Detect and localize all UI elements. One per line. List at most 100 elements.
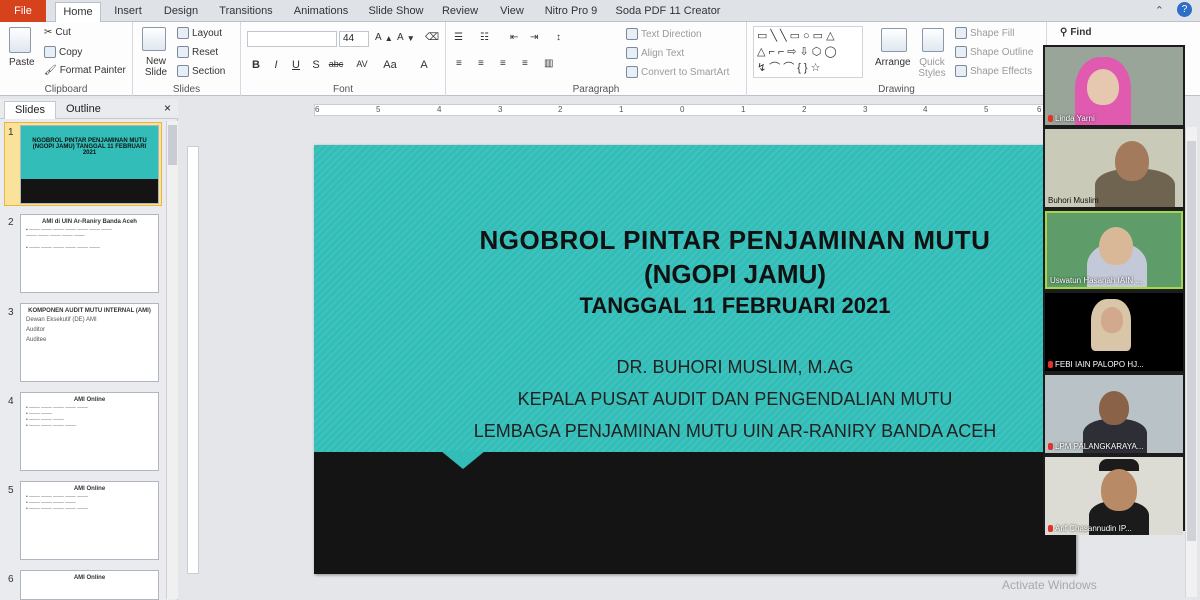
participant-face xyxy=(1115,141,1149,181)
format-painter-button[interactable]: 🖌 Format Painter xyxy=(44,65,126,76)
increase-indent-button[interactable]: ⇥ xyxy=(530,32,538,43)
section-button[interactable]: Section xyxy=(177,65,225,77)
tab-slide-show[interactable]: Slide Show xyxy=(364,2,428,22)
thumb-number: 6 xyxy=(8,574,14,585)
ruler-mark: 6 xyxy=(315,105,320,114)
decrease-indent-button[interactable]: ⇤ xyxy=(510,32,518,43)
shadow-button[interactable]: S xyxy=(307,59,325,71)
editor-scrollbar[interactable] xyxy=(1185,127,1197,597)
participant-tile[interactable]: Buhori Muslim xyxy=(1045,129,1183,207)
align-center-button[interactable]: ≡ xyxy=(478,58,484,69)
numbering-button[interactable]: ☷ xyxy=(480,32,489,43)
align-text-icon xyxy=(626,47,638,59)
thumb-number: 4 xyxy=(8,396,14,407)
align-right-button[interactable]: ≡ xyxy=(500,58,506,69)
binoculars-icon: ⚲ xyxy=(1060,27,1068,38)
participant-tile-active[interactable]: Uswatun Hasanah IAIN ... xyxy=(1045,211,1183,289)
ruler-mark: 3 xyxy=(498,105,503,114)
slide-position[interactable]: KEPALA PUSAT AUDIT DAN PENGENDALIAN MUTU xyxy=(354,389,1076,410)
convert-smartart-button[interactable]: Convert to SmartArt xyxy=(626,66,729,78)
quick-styles-button[interactable]: Quick Styles xyxy=(917,57,947,79)
slide-institution[interactable]: LEMBAGA PENJAMINAN MUTU UIN AR-RANIRY BA… xyxy=(354,421,1076,442)
slide-thumbnail-3[interactable]: KOMPONEN AUDIT MUTU INTERNAL (AMI) Dewan… xyxy=(20,303,159,382)
shape-outline-label: Shape Outline xyxy=(970,46,1034,58)
participant-name-label: Uswatun Hasanah IAIN ... xyxy=(1050,276,1143,285)
text-direction-button[interactable]: Text Direction xyxy=(626,28,702,40)
font-color-button[interactable]: A xyxy=(415,59,433,71)
tab-review[interactable]: Review xyxy=(438,2,482,22)
tab-soda-pdf[interactable]: Soda PDF 11 Creator xyxy=(612,2,724,22)
shrink-font-button[interactable]: A ▼ xyxy=(397,32,415,43)
reset-button[interactable]: Reset xyxy=(177,46,218,58)
layout-button[interactable]: Layout xyxy=(177,27,222,39)
tab-file[interactable]: File xyxy=(0,0,46,22)
align-text-button[interactable]: Align Text xyxy=(626,47,684,59)
tab-insert[interactable]: Insert xyxy=(106,2,150,22)
clear-format-icon[interactable]: ⌫ xyxy=(425,32,439,43)
shape-fill-label: Shape Fill xyxy=(970,27,1015,39)
participant-tile[interactable]: FEBI IAIN PALOPO HJ... xyxy=(1045,293,1183,371)
participant-tile[interactable]: LPM PALANGKARAYA... xyxy=(1045,375,1183,453)
participant-tile[interactable]: Arif Chasannudin IP... xyxy=(1045,457,1183,535)
change-case-button[interactable]: Aa xyxy=(381,59,399,71)
participant-face xyxy=(1087,69,1119,105)
thumb-line: Dewan Eksekutif (DE) AMI xyxy=(26,317,97,323)
font-family-select[interactable] xyxy=(247,31,337,47)
tab-transitions[interactable]: Transitions xyxy=(214,2,278,22)
columns-button[interactable]: ▥ xyxy=(544,58,553,69)
tab-design[interactable]: Design xyxy=(158,2,204,22)
participant-tile[interactable]: Linda Yarni xyxy=(1045,47,1183,125)
ruler-mark: 4 xyxy=(437,105,442,114)
tab-home[interactable]: Home xyxy=(55,2,101,23)
close-icon[interactable]: × xyxy=(164,101,171,115)
slide-thumbnail-4[interactable]: AMI Online • ─── ─── ─── ─── ─── • ─── ──… xyxy=(20,392,159,471)
copy-button[interactable]: Copy xyxy=(44,46,82,58)
shapes-gallery[interactable]: ▭╲╲▭○▭△ △⌐⌐⇨⇩⬡◯ ↯⌒⌒{}☆ xyxy=(753,26,863,78)
drawing-group: ▭╲╲▭○▭△ △⌐⌐⇨⇩⬡◯ ↯⌒⌒{}☆ Arrange Quick Style… xyxy=(747,22,1047,96)
grow-font-button[interactable]: A ▲ xyxy=(375,32,393,43)
scroll-thumb[interactable] xyxy=(1187,141,1196,541)
find-button[interactable]: ⚲ Find xyxy=(1060,27,1091,38)
slide-canvas[interactable]: NGOBROL PINTAR PENJAMINAN MUTU (NGOPI JA… xyxy=(314,145,1076,574)
tab-slides[interactable]: Slides xyxy=(4,101,56,119)
scroll-thumb[interactable] xyxy=(168,125,177,165)
tab-view[interactable]: View xyxy=(492,2,532,22)
justify-button[interactable]: ≡ xyxy=(522,58,528,69)
font-group: 44 A ▲ A ▼ ⌫ B I U S abc AV Aa A Font xyxy=(241,22,446,96)
shape-effects-button[interactable]: Shape Effects xyxy=(955,65,1032,77)
underline-button[interactable]: U xyxy=(287,59,305,71)
align-left-button[interactable]: ≡ xyxy=(456,58,462,69)
cut-button[interactable]: ✂ Cut xyxy=(44,27,71,38)
pane-scrollbar[interactable] xyxy=(166,121,178,599)
arrange-button[interactable]: Arrange xyxy=(875,57,911,68)
paste-button[interactable]: Paste xyxy=(9,57,35,68)
strikethrough-button[interactable]: abc xyxy=(327,59,345,69)
collapse-ribbon-icon[interactable]: ⌃ xyxy=(1155,4,1164,17)
tab-animations[interactable]: Animations xyxy=(288,2,354,22)
font-size-select[interactable]: 44 xyxy=(339,31,369,47)
line-spacing-button[interactable]: ↕ xyxy=(556,32,561,43)
bold-button[interactable]: B xyxy=(247,59,265,71)
tab-nitro[interactable]: Nitro Pro 9 xyxy=(540,2,602,22)
paste-icon xyxy=(9,27,31,53)
shape-outline-button[interactable]: Shape Outline xyxy=(955,46,1033,58)
slide-presenter[interactable]: DR. BUHORI MUSLIM, M.AG xyxy=(354,357,1076,378)
slide-thumbnail-6[interactable]: AMI Online xyxy=(20,570,159,600)
help-icon[interactable]: ? xyxy=(1177,2,1192,17)
tab-outline[interactable]: Outline xyxy=(56,101,111,119)
new-slide-button[interactable]: New Slide xyxy=(141,56,171,78)
arrange-icon xyxy=(881,28,907,52)
spacing-button[interactable]: AV xyxy=(353,59,371,69)
horizontal-ruler: 6 5 4 3 2 1 0 1 2 3 4 5 6 xyxy=(314,104,1044,116)
slide-title-line2[interactable]: (NGOPI JAMU) xyxy=(354,259,1076,290)
italic-button[interactable]: I xyxy=(267,59,285,71)
bullets-button[interactable]: ☰ xyxy=(454,32,463,43)
participant-name-label: Linda Yarni xyxy=(1055,114,1095,123)
shape-fill-button[interactable]: Shape Fill xyxy=(955,27,1014,39)
slide-title-date[interactable]: TANGGAL 11 FEBRUARI 2021 xyxy=(354,293,1076,319)
slide-thumbnail-1[interactable]: NGOBROL PINTAR PENJAMINAN MUTU (NGOPI JA… xyxy=(20,125,159,204)
slide-thumbnail-5[interactable]: AMI Online • ─── ─── ─── ─── ─── • ─── ──… xyxy=(20,481,159,560)
slide-thumbnail-2[interactable]: AMI di UIN Ar-Raniry Banda Aceh ▪ ─── ──… xyxy=(20,214,159,293)
slide-title-line1[interactable]: NGOBROL PINTAR PENJAMINAN MUTU xyxy=(354,225,1076,256)
muted-mic-icon xyxy=(1048,443,1053,450)
